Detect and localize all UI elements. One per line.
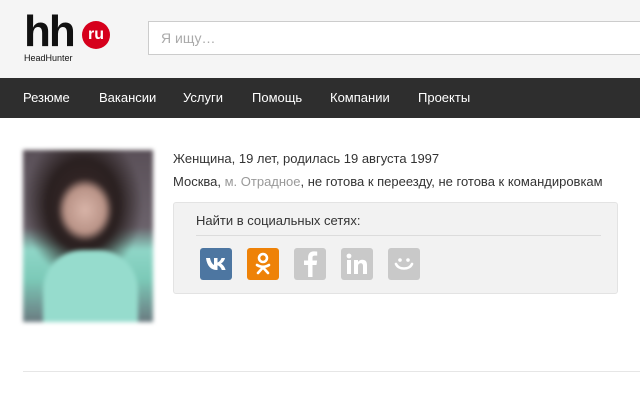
- nav-item-services[interactable]: Услуги: [183, 78, 223, 118]
- facebook-icon[interactable]: [294, 248, 326, 280]
- social-search-box: Найти в социальных сетях:: [173, 202, 618, 294]
- avatar: [23, 150, 153, 322]
- logo-text: hh: [24, 7, 76, 56]
- logo-badge: ru: [82, 21, 110, 49]
- linkedin-icon[interactable]: [341, 248, 373, 280]
- odnoklassniki-icon[interactable]: [247, 248, 279, 280]
- nav-item-projects[interactable]: Проекты: [418, 78, 470, 118]
- profile-personal-info: Женщина, 19 лет, родилась 19 августа 199…: [173, 151, 440, 166]
- profile-location: Москва, м. Отрадное, не готова к переезд…: [173, 174, 603, 189]
- profile-metro: м. Отрадное: [224, 174, 301, 189]
- moimir-icon[interactable]: [388, 248, 420, 280]
- nav-item-resume[interactable]: Резюме: [23, 78, 70, 118]
- social-title: Найти в социальных сетях:: [196, 213, 361, 228]
- nav-item-companies[interactable]: Компании: [330, 78, 390, 118]
- section-divider: [23, 371, 640, 372]
- profile-relocation: , не готова к переезду, не готова к кома…: [300, 174, 603, 189]
- main-nav: Резюме Вакансии Услуги Помощь Компании П…: [0, 78, 640, 118]
- vk-icon[interactable]: [200, 248, 232, 280]
- nav-item-help[interactable]: Помощь: [252, 78, 302, 118]
- hh-logo[interactable]: hh ru HeadHunter: [24, 8, 114, 66]
- social-divider: [196, 235, 601, 236]
- profile-city: Москва,: [173, 174, 225, 189]
- search-input[interactable]: [148, 21, 640, 55]
- header: hh ru HeadHunter: [0, 0, 640, 78]
- logo-subtitle: HeadHunter: [24, 53, 73, 63]
- nav-item-vacancies[interactable]: Вакансии: [99, 78, 156, 118]
